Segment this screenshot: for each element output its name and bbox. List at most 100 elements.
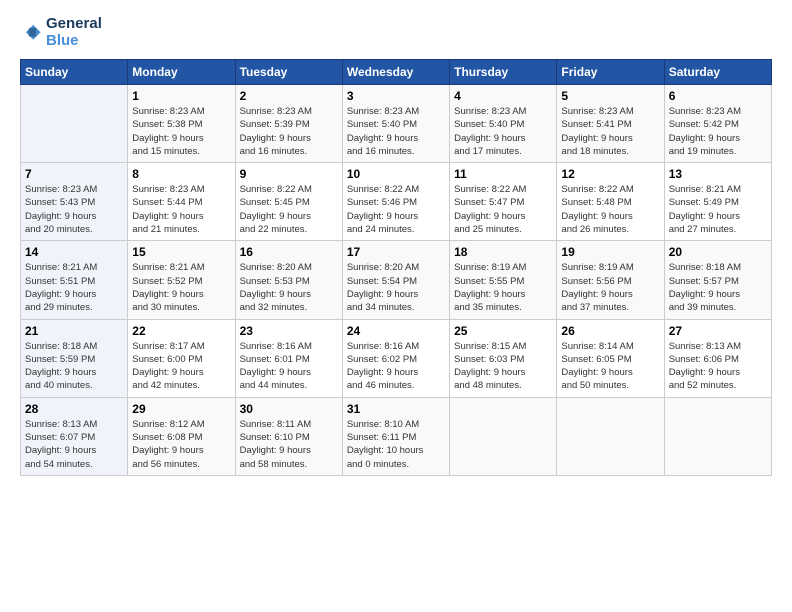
calendar-cell: 12 Sunrise: 8:22 AMSunset: 5:48 PMDayligh… <box>557 163 664 241</box>
cell-info: Sunrise: 8:22 AMSunset: 5:46 PMDaylight:… <box>347 183 445 236</box>
header-saturday: Saturday <box>664 60 771 85</box>
cell-info: Sunrise: 8:18 AMSunset: 5:59 PMDaylight:… <box>25 340 123 393</box>
cell-info: Sunrise: 8:23 AMSunset: 5:40 PMDaylight:… <box>347 105 445 158</box>
day-number: 17 <box>347 245 445 259</box>
day-number: 4 <box>454 89 552 103</box>
day-number: 21 <box>25 324 123 338</box>
logo-text-general: General <box>46 16 102 33</box>
day-number: 24 <box>347 324 445 338</box>
day-number: 15 <box>132 245 230 259</box>
calendar-cell: 3 Sunrise: 8:23 AMSunset: 5:40 PMDaylight… <box>342 85 449 163</box>
calendar-cell <box>450 397 557 475</box>
calendar-cell: 15Sunrise: 8:21 AMSunset: 5:52 PMDayligh… <box>128 241 235 319</box>
calendar-cell: 8Sunrise: 8:23 AMSunset: 5:44 PMDaylight… <box>128 163 235 241</box>
calendar-week-row: 1 Sunrise: 8:23 AMSunset: 5:38 PMDaylight… <box>21 85 772 163</box>
day-number: 23 <box>240 324 338 338</box>
cell-info: Sunrise: 8:20 AMSunset: 5:53 PMDaylight:… <box>240 261 338 314</box>
calendar-cell: 11 Sunrise: 8:22 AMSunset: 5:47 PMDayligh… <box>450 163 557 241</box>
day-number: 10 <box>347 167 445 181</box>
calendar-cell <box>557 397 664 475</box>
cell-info: Sunrise: 8:19 AMSunset: 5:56 PMDaylight:… <box>561 261 659 314</box>
calendar-cell: 7 Sunrise: 8:23 AMSunset: 5:43 PMDaylight… <box>21 163 128 241</box>
day-number: 7 <box>25 167 123 181</box>
calendar-cell: 30 Sunrise: 8:11 AMSunset: 6:10 PMDayligh… <box>235 397 342 475</box>
cell-info: Sunrise: 8:22 AMSunset: 5:48 PMDaylight:… <box>561 183 659 236</box>
calendar-cell: 29Sunrise: 8:12 AMSunset: 6:08 PMDayligh… <box>128 397 235 475</box>
calendar-cell: 16 Sunrise: 8:20 AMSunset: 5:53 PMDayligh… <box>235 241 342 319</box>
day-number: 13 <box>669 167 767 181</box>
calendar-cell: 10 Sunrise: 8:22 AMSunset: 5:46 PMDayligh… <box>342 163 449 241</box>
day-number: 30 <box>240 402 338 416</box>
day-number: 12 <box>561 167 659 181</box>
calendar-header-row: SundayMondayTuesdayWednesdayThursdayFrid… <box>21 60 772 85</box>
day-number: 14 <box>25 245 123 259</box>
calendar-cell: 4 Sunrise: 8:23 AMSunset: 5:40 PMDaylight… <box>450 85 557 163</box>
header: General Blue <box>20 16 772 49</box>
cell-info: Sunrise: 8:14 AMSunset: 6:05 PMDaylight:… <box>561 340 659 393</box>
cell-info: Sunrise: 8:13 AMSunset: 6:07 PMDaylight:… <box>25 418 123 471</box>
day-number: 25 <box>454 324 552 338</box>
calendar-cell: 31 Sunrise: 8:10 AMSunset: 6:11 PMDayligh… <box>342 397 449 475</box>
header-friday: Friday <box>557 60 664 85</box>
header-tuesday: Tuesday <box>235 60 342 85</box>
cell-info: Sunrise: 8:23 AMSunset: 5:40 PMDaylight:… <box>454 105 552 158</box>
day-number: 11 <box>454 167 552 181</box>
calendar-cell: 25 Sunrise: 8:15 AMSunset: 6:03 PMDayligh… <box>450 319 557 397</box>
calendar-cell: 28Sunrise: 8:13 AMSunset: 6:07 PMDayligh… <box>21 397 128 475</box>
cell-info: Sunrise: 8:13 AMSunset: 6:06 PMDaylight:… <box>669 340 767 393</box>
header-thursday: Thursday <box>450 60 557 85</box>
calendar-cell: 21 Sunrise: 8:18 AMSunset: 5:59 PMDayligh… <box>21 319 128 397</box>
cell-info: Sunrise: 8:16 AMSunset: 6:02 PMDaylight:… <box>347 340 445 393</box>
logo-icon <box>20 22 42 44</box>
day-number: 16 <box>240 245 338 259</box>
calendar-cell: 20 Sunrise: 8:18 AMSunset: 5:57 PMDayligh… <box>664 241 771 319</box>
day-number: 20 <box>669 245 767 259</box>
cell-info: Sunrise: 8:17 AMSunset: 6:00 PMDaylight:… <box>132 340 230 393</box>
day-number: 3 <box>347 89 445 103</box>
cell-info: Sunrise: 8:10 AMSunset: 6:11 PMDaylight:… <box>347 418 445 471</box>
cell-info: Sunrise: 8:22 AMSunset: 5:47 PMDaylight:… <box>454 183 552 236</box>
cell-info: Sunrise: 8:22 AMSunset: 5:45 PMDaylight:… <box>240 183 338 236</box>
cell-info: Sunrise: 8:18 AMSunset: 5:57 PMDaylight:… <box>669 261 767 314</box>
page-container: General Blue SundayMondayTuesdayWednesda… <box>0 0 792 486</box>
cell-info: Sunrise: 8:15 AMSunset: 6:03 PMDaylight:… <box>454 340 552 393</box>
calendar-cell: 6Sunrise: 8:23 AMSunset: 5:42 PMDaylight… <box>664 85 771 163</box>
cell-info: Sunrise: 8:23 AMSunset: 5:42 PMDaylight:… <box>669 105 767 158</box>
day-number: 1 <box>132 89 230 103</box>
calendar-cell: 27 Sunrise: 8:13 AMSunset: 6:06 PMDayligh… <box>664 319 771 397</box>
cell-info: Sunrise: 8:23 AMSunset: 5:43 PMDaylight:… <box>25 183 123 236</box>
day-number: 31 <box>347 402 445 416</box>
cell-info: Sunrise: 8:21 AMSunset: 5:51 PMDaylight:… <box>25 261 123 314</box>
day-number: 27 <box>669 324 767 338</box>
header-wednesday: Wednesday <box>342 60 449 85</box>
calendar-cell: 2 Sunrise: 8:23 AMSunset: 5:39 PMDaylight… <box>235 85 342 163</box>
cell-info: Sunrise: 8:23 AMSunset: 5:39 PMDaylight:… <box>240 105 338 158</box>
day-number: 26 <box>561 324 659 338</box>
calendar-cell: 19Sunrise: 8:19 AMSunset: 5:56 PMDayligh… <box>557 241 664 319</box>
calendar-cell <box>664 397 771 475</box>
calendar-table: SundayMondayTuesdayWednesdayThursdayFrid… <box>20 59 772 476</box>
cell-info: Sunrise: 8:23 AMSunset: 5:44 PMDaylight:… <box>132 183 230 236</box>
logo-text-blue: Blue <box>46 33 102 50</box>
day-number: 29 <box>132 402 230 416</box>
calendar-cell: 17Sunrise: 8:20 AMSunset: 5:54 PMDayligh… <box>342 241 449 319</box>
calendar-cell <box>21 85 128 163</box>
calendar-cell: 24 Sunrise: 8:16 AMSunset: 6:02 PMDayligh… <box>342 319 449 397</box>
cell-info: Sunrise: 8:16 AMSunset: 6:01 PMDaylight:… <box>240 340 338 393</box>
calendar-cell: 13 Sunrise: 8:21 AMSunset: 5:49 PMDayligh… <box>664 163 771 241</box>
cell-info: Sunrise: 8:23 AMSunset: 5:41 PMDaylight:… <box>561 105 659 158</box>
cell-info: Sunrise: 8:23 AMSunset: 5:38 PMDaylight:… <box>132 105 230 158</box>
day-number: 9 <box>240 167 338 181</box>
cell-info: Sunrise: 8:21 AMSunset: 5:49 PMDaylight:… <box>669 183 767 236</box>
cell-info: Sunrise: 8:11 AMSunset: 6:10 PMDaylight:… <box>240 418 338 471</box>
calendar-cell: 26 Sunrise: 8:14 AMSunset: 6:05 PMDayligh… <box>557 319 664 397</box>
cell-info: Sunrise: 8:19 AMSunset: 5:55 PMDaylight:… <box>454 261 552 314</box>
calendar-cell: 18Sunrise: 8:19 AMSunset: 5:55 PMDayligh… <box>450 241 557 319</box>
day-number: 2 <box>240 89 338 103</box>
day-number: 5 <box>561 89 659 103</box>
calendar-week-row: 14 Sunrise: 8:21 AMSunset: 5:51 PMDayligh… <box>21 241 772 319</box>
calendar-week-row: 7 Sunrise: 8:23 AMSunset: 5:43 PMDaylight… <box>21 163 772 241</box>
calendar-cell: 23 Sunrise: 8:16 AMSunset: 6:01 PMDayligh… <box>235 319 342 397</box>
calendar-cell: 14 Sunrise: 8:21 AMSunset: 5:51 PMDayligh… <box>21 241 128 319</box>
calendar-week-row: 28Sunrise: 8:13 AMSunset: 6:07 PMDayligh… <box>21 397 772 475</box>
